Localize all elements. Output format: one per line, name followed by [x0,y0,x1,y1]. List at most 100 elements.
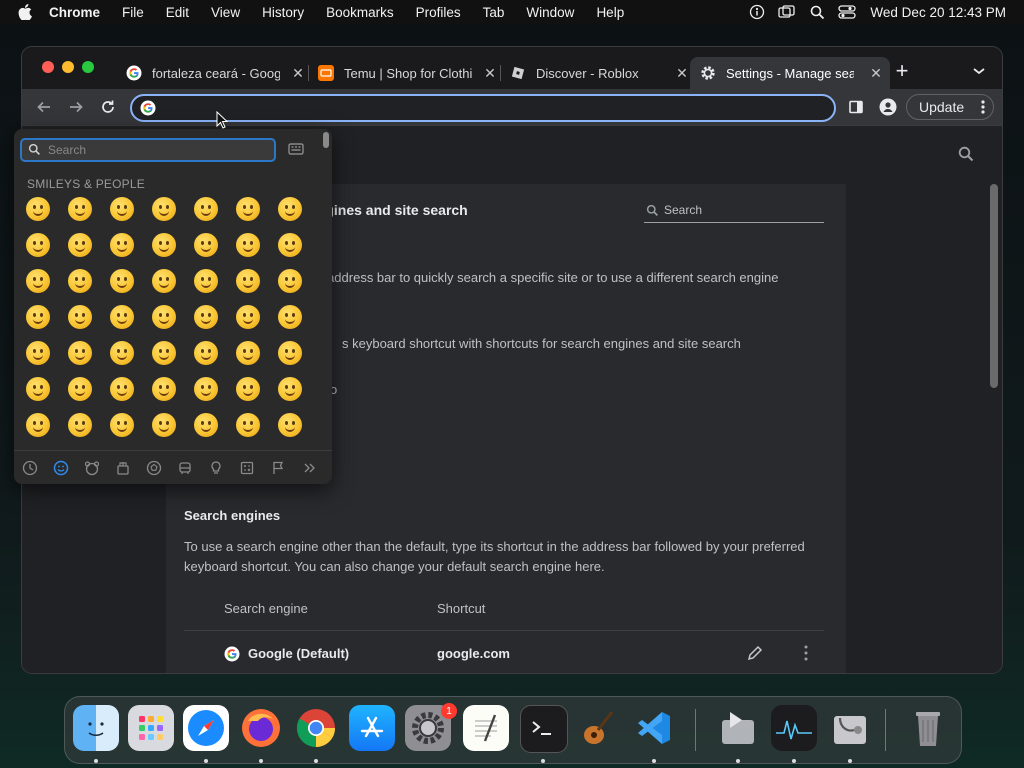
close-tab-icon[interactable]: ✕ [482,65,498,81]
tab-settings[interactable]: Settings - Manage search ✕ [690,57,890,89]
emoji-cell[interactable]: 😌 [110,269,134,293]
emoji-cell[interactable]: 😩 [194,413,218,437]
close-window-button[interactable] [42,61,54,73]
emoji-search-field[interactable] [20,138,276,162]
emoji-cell[interactable]: 🧐 [68,341,92,365]
objects-icon[interactable] [200,456,231,480]
emoji-cell[interactable]: 😊 [194,233,218,257]
apple-icon[interactable] [12,0,38,24]
minimize-window-button[interactable] [62,61,74,73]
emoji-cell[interactable]: 🥹 [236,197,260,221]
back-button[interactable] [34,97,54,117]
firefox-icon[interactable] [238,705,284,751]
emoji-cell[interactable]: 😇 [236,233,260,257]
emoji-cell[interactable]: 😏 [26,377,50,401]
screen-mirroring-icon[interactable] [776,0,798,24]
emoji-cell[interactable]: 🙃 [26,269,50,293]
emoji-cell[interactable]: 😘 [236,269,260,293]
emoji-cell[interactable]: 😃 [68,197,92,221]
safari-icon[interactable] [183,705,229,751]
emoji-cell[interactable]: 😒 [68,377,92,401]
animal-icon[interactable] [76,456,107,480]
zoom-window-button[interactable] [82,61,94,73]
page-scrollbar-thumb[interactable] [990,184,998,388]
launchpad-icon[interactable] [128,705,174,751]
menu-profiles[interactable]: Profiles [405,5,472,20]
emoji-cell[interactable]: 😟 [194,377,218,401]
menu-file[interactable]: File [111,5,155,20]
emoji-cell[interactable]: 😀 [26,197,50,221]
menu-edit[interactable]: Edit [155,5,200,20]
tab-roblox[interactable]: Discover - Roblox ✕ [502,57,696,89]
emoji-cell[interactable]: 😢 [278,413,302,437]
disk-utility-icon[interactable] [827,705,873,751]
menu-window[interactable]: Window [515,5,585,20]
update-button[interactable]: Update [906,94,994,120]
migration-assistant-icon[interactable] [715,705,761,751]
emoji-cell[interactable]: 😕 [236,377,260,401]
emoji-cell[interactable]: 🤩 [236,341,260,365]
textedit-icon[interactable] [463,705,509,751]
emoji-cell[interactable]: 😝 [194,305,218,329]
garageband-icon[interactable] [575,705,621,751]
emoji-cell[interactable]: 🤨 [26,341,50,365]
emoji-cell[interactable]: 🥲 [110,233,134,257]
new-tab-button[interactable]: + [892,60,912,82]
trash-icon[interactable] [905,705,951,751]
symbols-icon[interactable] [231,456,262,480]
more-options-icon[interactable] [804,644,808,662]
address-bar[interactable] [130,94,836,122]
emoji-scrollbar[interactable] [323,132,329,148]
emoji-cell[interactable]: 😆 [194,197,218,221]
chrome-icon[interactable] [293,705,339,751]
emoji-cell[interactable]: 🤣 [68,233,92,257]
side-panel-icon[interactable] [846,97,866,117]
menu-app-chrome[interactable]: Chrome [38,5,111,20]
emoji-cell[interactable]: 🙂 [278,233,302,257]
finder-icon[interactable] [73,705,119,751]
emoji-cell[interactable]: 😛 [152,305,176,329]
emoji-cell[interactable]: 😍 [152,269,176,293]
emoji-cell[interactable]: 😉 [68,269,92,293]
emoji-cell[interactable]: 😅 [278,197,302,221]
menu-bar-clock[interactable]: Wed Dec 20 12:43 PM [870,5,1006,20]
vscode-icon[interactable] [631,705,677,751]
menu-tab[interactable]: Tab [472,5,516,20]
spotlight-search-icon[interactable] [806,0,828,24]
travel-icon[interactable] [169,456,200,480]
reload-button[interactable] [98,97,118,117]
site-search-field[interactable]: Search [644,200,824,223]
close-tab-icon[interactable]: ✕ [868,65,884,81]
emoji-cell[interactable]: 🤪 [278,305,302,329]
emoji-cell[interactable]: 🥸 [194,341,218,365]
terminal-icon[interactable] [520,705,568,753]
emoji-cell[interactable]: 🤓 [110,341,134,365]
emoji-cell[interactable]: 😔 [152,377,176,401]
emoji-cell[interactable]: 🥺 [236,413,260,437]
emoji-cell[interactable]: 😄 [110,197,134,221]
profile-avatar-icon[interactable] [878,97,898,117]
more-menu-icon[interactable] [981,99,985,115]
edit-pencil-icon[interactable] [746,644,764,662]
menu-history[interactable]: History [251,5,315,20]
food-icon[interactable] [107,456,138,480]
close-tab-icon[interactable]: ✕ [290,65,306,81]
emoji-cell[interactable]: 🙁 [278,377,302,401]
activity-monitor-icon[interactable] [771,705,817,751]
menu-help[interactable]: Help [585,5,635,20]
control-center-icon[interactable] [836,0,858,24]
close-tab-icon[interactable]: ✕ [674,65,690,81]
emoji-cell[interactable]: 😚 [68,305,92,329]
emoji-cell[interactable]: 😜 [236,305,260,329]
recent-icon[interactable] [14,456,45,480]
smiley-icon[interactable] [45,456,76,480]
tab-temu[interactable]: Temu | Shop for Clothing ✕ [310,57,504,89]
search-settings-icon[interactable] [958,146,976,164]
emoji-cell[interactable]: ☺️ [152,233,176,257]
flags-icon[interactable] [262,456,293,480]
emoji-cell[interactable]: 😖 [110,413,134,437]
character-viewer-icon[interactable] [288,142,304,156]
emoji-cell[interactable]: 😞 [110,377,134,401]
more-icon[interactable] [293,456,324,480]
tab-search-chevron-icon[interactable] [972,63,988,79]
